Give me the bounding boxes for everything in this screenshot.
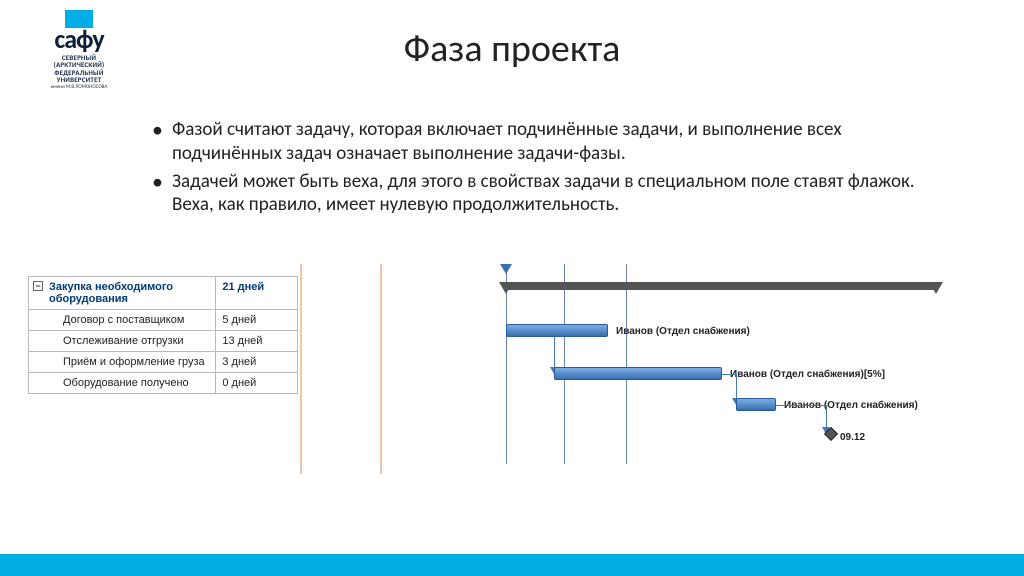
gantt-summary-bar <box>506 282 936 290</box>
task-table: − Закупка необходимого оборудования 21 д… <box>28 276 298 394</box>
logo-subtitle2: имени М.В.ЛОМОНОСОВА <box>34 85 124 90</box>
footer-accent-bar <box>0 554 1024 576</box>
bullet-item: Фазой считают задачу, которая включает п… <box>150 118 930 166</box>
page-title: Фаза проекта <box>0 26 1024 72</box>
bullet-item: Задачей может быть веха, для этого в сво… <box>150 170 930 218</box>
gantt-chart: Иванов (Отдел снабжения) Иванов (Отдел с… <box>456 264 996 474</box>
summary-bar-end-icon <box>499 282 513 294</box>
collapse-icon[interactable]: − <box>33 281 43 291</box>
gantt-gridline <box>564 264 565 464</box>
gantt-task-bar <box>736 398 776 411</box>
task-duration: 5 дней <box>216 310 298 331</box>
gantt-gridline <box>506 264 507 464</box>
crop-edge-right <box>380 264 382 474</box>
summary-start-marker-icon <box>500 264 512 274</box>
gantt-gridline <box>626 264 627 464</box>
gantt-link <box>554 337 555 367</box>
gantt-link <box>722 374 736 375</box>
summary-task-duration: 21 дней <box>216 277 298 310</box>
gantt-link <box>736 374 737 398</box>
table-row: Договор с поставщиком 5 дней <box>29 310 298 331</box>
gantt-task-bar <box>554 367 722 380</box>
crop-edge-left <box>300 264 302 474</box>
gantt-link <box>826 405 827 427</box>
table-row: Отслеживание отгрузки 13 дней <box>29 331 298 352</box>
task-name: Отслеживание отгрузки <box>29 331 216 352</box>
summary-bar-end-icon <box>929 282 943 294</box>
gantt-link <box>776 405 826 406</box>
gantt-milestone-label: 09.12 <box>840 432 865 443</box>
gantt-task-bar <box>506 324 608 337</box>
bullet-list: Фазой считают задачу, которая включает п… <box>150 118 930 221</box>
task-duration: 0 дней <box>216 373 298 394</box>
summary-task-name: Закупка необходимого оборудования <box>49 281 173 305</box>
task-duration: 13 дней <box>216 331 298 352</box>
task-name: Договор с поставщиком <box>29 310 216 331</box>
task-name: Оборудование получено <box>29 373 216 394</box>
gantt-bar-label: Иванов (Отдел снабжения) <box>616 326 750 337</box>
table-row: Приём и оформление груза 3 дней <box>29 352 298 373</box>
task-duration: 3 дней <box>216 352 298 373</box>
table-row: Оборудование получено 0 дней <box>29 373 298 394</box>
gantt-bar-label: Иванов (Отдел снабжения)[5%] <box>730 369 885 380</box>
task-name: Приём и оформление груза <box>29 352 216 373</box>
table-row-summary: − Закупка необходимого оборудования 21 д… <box>29 277 298 310</box>
